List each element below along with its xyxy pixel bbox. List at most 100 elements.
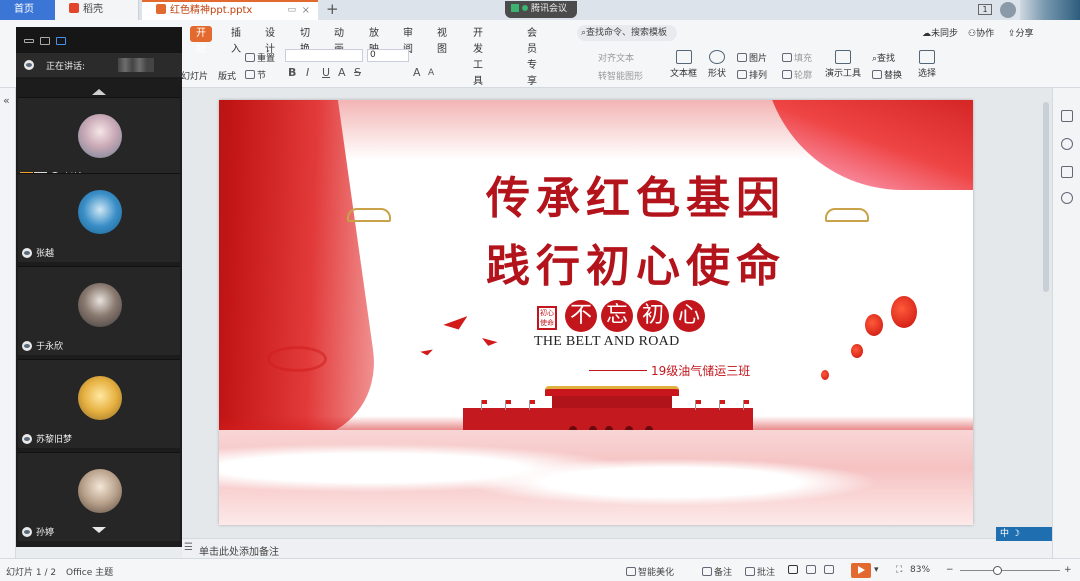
normal-view-icon[interactable]	[788, 565, 800, 576]
reset-button[interactable]: 重置	[245, 51, 275, 64]
align-text-button[interactable]: 对齐文本	[598, 51, 634, 64]
menu-transitions[interactable]: 切换	[300, 26, 310, 55]
notes-icon	[702, 567, 712, 576]
fill-icon	[782, 53, 792, 62]
participant-tile[interactable]: 苏黎旧梦	[18, 359, 180, 448]
bold-icon[interactable]: B	[288, 66, 296, 79]
flag-icon	[695, 400, 701, 410]
replace-button[interactable]: 替换	[872, 68, 902, 81]
menu-insert[interactable]: 插入	[231, 26, 241, 55]
outline-icon	[782, 70, 792, 79]
collab-button[interactable]: ⚇协作	[968, 26, 994, 39]
list-view-icon[interactable]	[56, 37, 66, 45]
reading-view-icon[interactable]	[824, 565, 836, 576]
smart-beautify-button[interactable]: 智能美化	[626, 565, 674, 578]
grow-font-icon[interactable]: A	[413, 66, 421, 79]
arrange-button[interactable]: 排列	[737, 68, 767, 81]
menu-home[interactable]: 开始	[190, 26, 212, 55]
user-avatar[interactable]	[1000, 2, 1016, 18]
properties-icon[interactable]	[1061, 110, 1073, 122]
command-search[interactable]: ⌕查找命令、搜索模板	[577, 25, 677, 41]
class-name: 19级油气储运三班	[589, 362, 750, 379]
font-name-select[interactable]	[285, 49, 363, 62]
notes-toggle-button[interactable]: 备注	[702, 565, 732, 578]
zoom-slider-handle[interactable]	[993, 566, 1002, 575]
notes-placeholder[interactable]: 单击此处添加备注	[199, 543, 279, 558]
menu-review[interactable]: 审阅	[403, 26, 413, 55]
scroll-up-icon[interactable]	[92, 89, 106, 95]
transition-icon[interactable]	[1061, 166, 1073, 178]
sync-status[interactable]: ☁未同步	[922, 26, 958, 39]
share-button[interactable]: ⇪分享	[1008, 26, 1034, 39]
meeting-status-pill[interactable]: 腾讯会议	[505, 1, 577, 18]
vertical-scrollbar[interactable]	[1043, 102, 1049, 292]
shape-button[interactable]: 形状	[708, 50, 726, 79]
fit-window-icon[interactable]: ⛶	[896, 565, 902, 575]
zoom-level[interactable]: 83%	[910, 565, 930, 575]
normal-view-glyph	[788, 565, 798, 574]
zoom-out-icon[interactable]: −	[946, 565, 954, 575]
audio-wave-icon	[118, 58, 154, 72]
menu-view[interactable]: 视图	[437, 26, 447, 55]
expand-pane-icon[interactable]: «	[3, 94, 10, 107]
fill-button[interactable]: 填充	[782, 51, 812, 64]
theme-name[interactable]: Office 主题	[66, 565, 113, 578]
picture-button[interactable]: 图片	[737, 51, 767, 64]
strikethrough-icon[interactable]: S	[354, 66, 361, 79]
font-size-select[interactable]: 0	[367, 49, 409, 62]
monitor-icon[interactable]: ▭	[287, 2, 296, 19]
present-tools-button[interactable]: 演示工具	[825, 50, 861, 79]
menu-animation[interactable]: 动画	[334, 26, 344, 55]
play-options-icon[interactable]: ▾	[874, 565, 879, 575]
notes-menu-icon[interactable]: ☰	[184, 542, 193, 553]
text-shadow-icon[interactable]: A	[338, 66, 346, 79]
comments-label: 批注	[757, 568, 776, 578]
cloud-sea	[219, 430, 973, 525]
help-icon[interactable]	[1061, 192, 1073, 204]
slide[interactable]: 传承红色基因 践行初心使命 初心 使命 不 忘 初 心 THE BELT AND …	[219, 100, 973, 525]
textbox-button[interactable]: 文本框	[670, 50, 697, 79]
layout-button[interactable]: 版式	[218, 69, 236, 82]
participant-tile[interactable]: 于永欣	[18, 266, 180, 355]
ime-toolbar[interactable]: 中 ☽	[996, 527, 1052, 541]
participant-avatar	[78, 283, 122, 327]
play-slideshow-button[interactable]	[851, 563, 871, 578]
new-slide-button[interactable]: 幻灯片	[181, 69, 208, 82]
participant-tile[interactable]: 张越	[18, 173, 180, 262]
notes-bar[interactable]: ☰ 单击此处添加备注	[182, 538, 1052, 558]
lantern-icon	[851, 344, 863, 358]
find-button[interactable]: ⌕查找	[872, 51, 895, 64]
animation-icon[interactable]	[1061, 138, 1073, 150]
zoom-in-icon[interactable]: +	[1064, 565, 1072, 575]
window-mode-icon[interactable]	[40, 37, 50, 45]
italic-icon[interactable]: I	[306, 66, 309, 79]
close-tab-icon[interactable]: ×	[302, 2, 310, 19]
scroll-down-icon[interactable]	[92, 527, 106, 533]
outline-button[interactable]: 轮廓	[782, 68, 812, 81]
underline-icon[interactable]: U	[322, 66, 330, 79]
participant-name: 于永欣	[36, 342, 64, 352]
picture-label: 图片	[749, 54, 768, 64]
sorter-view-icon[interactable]	[806, 565, 818, 576]
tab-home[interactable]: 首页	[0, 0, 55, 20]
live-dot-icon	[522, 5, 528, 11]
menu-slideshow[interactable]: 放映	[369, 26, 379, 55]
smart-shape-button[interactable]: 转智能图形	[598, 69, 643, 82]
window-count-badge[interactable]: 1	[978, 4, 992, 15]
menu-developer[interactable]: 开发工具	[473, 26, 483, 87]
participant-avatar	[78, 114, 122, 158]
select-button[interactable]: 选择	[918, 50, 936, 79]
tab-document[interactable]: 红色精神ppt.pptx ▭ ×	[142, 0, 318, 20]
minimize-icon[interactable]	[24, 39, 34, 43]
shrink-font-icon[interactable]: A	[428, 68, 434, 78]
flag-icon	[719, 400, 725, 410]
tab-daoke[interactable]: 稻壳	[55, 0, 139, 20]
comments-button[interactable]: 批注	[745, 565, 775, 578]
section-button[interactable]: 节	[245, 68, 266, 81]
new-tab-button[interactable]: +	[326, 0, 339, 20]
slide-thumbnail-pane[interactable]: «	[0, 88, 16, 558]
menu-member[interactable]: 会员专享	[527, 26, 537, 87]
meeting-toolbar	[16, 27, 182, 53]
zoom-slider-track[interactable]	[960, 570, 1060, 571]
menu-design[interactable]: 设计	[265, 26, 275, 55]
